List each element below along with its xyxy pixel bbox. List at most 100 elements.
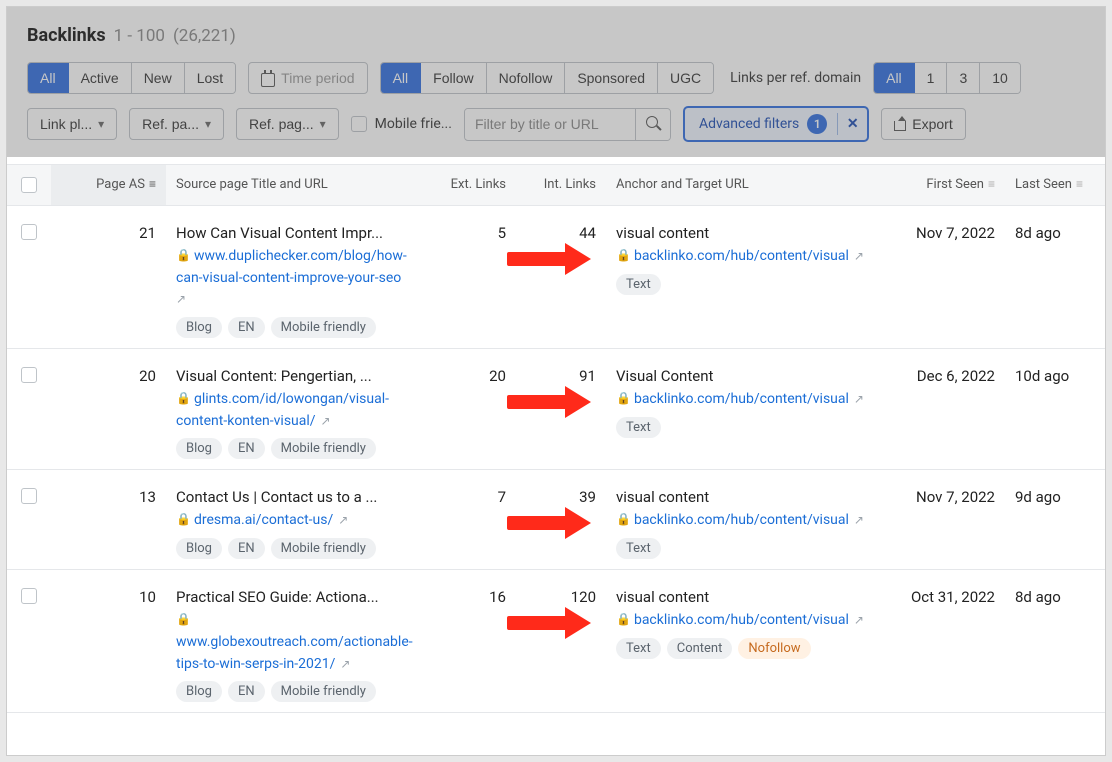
lpd-3[interactable]: 3 [947,63,980,93]
search-input[interactable] [465,109,635,139]
chevron-down-icon: ▾ [205,117,211,131]
table-row: 20 Visual Content: Pengertian, ... 🔒glints… [7,349,1105,470]
source-url[interactable]: 🔒www.globexoutreach.com/actionable-tips-… [176,610,416,675]
row-checkbox[interactable] [21,488,37,504]
page-total: (26,221) [173,26,236,46]
type-ugc[interactable]: UGC [658,63,713,93]
target-url[interactable]: 🔒backlinko.com/hub/content/visual ↗ [616,610,865,632]
source-tags: BlogENMobile friendly [176,438,416,459]
status-all[interactable]: All [28,63,69,93]
status-filter-group: All Active New Lost [27,62,236,94]
filters-row-2: Link pl... ▾ Ref. pa... ▾ Ref. pag... ▾ … [27,106,1085,142]
tag-pill: Nofollow [738,638,810,659]
tag-pill: Mobile friendly [271,438,376,459]
mobile-friendly-toggle[interactable]: Mobile frie... [351,116,452,132]
source-title: Visual Content: Pengertian, ... [176,367,416,385]
col-first-seen[interactable]: First Seen≡ [875,165,1005,205]
last-seen-value: 9d ago [1015,488,1087,506]
anchor-text: Visual Content [616,367,865,385]
tag-pill: EN [228,317,265,338]
anchor-text: visual content [616,488,865,506]
export-button[interactable]: Export [881,108,965,140]
search-icon [646,116,660,130]
advanced-filters-count: 1 [807,114,827,134]
external-link-icon: ↗ [318,414,331,428]
tag-pill: EN [228,538,265,559]
search-wrap [464,108,671,141]
target-url[interactable]: 🔒backlinko.com/hub/content/visual ↗ [616,510,865,532]
lpd-1[interactable]: 1 [915,63,948,93]
type-sponsored[interactable]: Sponsored [565,63,658,93]
tag-pill: Mobile friendly [271,538,376,559]
external-link-icon: ↗ [851,613,864,627]
status-new[interactable]: New [132,63,185,93]
page-as-value: 10 [61,588,156,606]
anchor-tags: Text [616,274,865,295]
row-checkbox[interactable] [21,367,37,383]
sort-icon: ≡ [988,177,995,191]
checkbox-icon [351,116,367,132]
lpd-all[interactable]: All [874,63,915,93]
source-url[interactable]: 🔒glints.com/id/lowongan/visual-content-k… [176,389,416,432]
first-seen-value: Oct 31, 2022 [885,588,995,606]
col-last-seen[interactable]: Last Seen≡ [1005,165,1105,205]
select-all-checkbox[interactable] [21,177,37,193]
row-checkbox[interactable] [21,588,37,604]
search-button[interactable] [635,109,670,140]
page-as-value: 13 [61,488,156,506]
tag-pill: Text [616,638,661,659]
source-title: Practical SEO Guide: Actiona... [176,588,416,606]
ext-links-value: 20 [436,367,506,385]
anchor-tags: TextContentNofollow [616,638,865,659]
type-filter-group: All Follow Nofollow Sponsored UGC [380,62,715,94]
type-follow[interactable]: Follow [421,63,486,93]
table-header: Page AS≡ Source page Title and URL Ext. … [7,164,1105,206]
external-link-icon: ↗ [851,249,864,263]
last-seen-value: 8d ago [1015,588,1087,606]
tag-pill: Blog [176,538,222,559]
col-int-links[interactable]: Int. Links [516,165,606,205]
tag-pill: Blog [176,438,222,459]
table-row: 21How Can Visual Content Impr...🔒www.dup… [7,206,1105,349]
status-active[interactable]: Active [69,63,132,93]
close-icon[interactable]: ✕ [837,113,859,135]
status-lost[interactable]: Lost [185,63,235,93]
target-url[interactable]: 🔒backlinko.com/hub/content/visual ↗ [616,246,865,268]
advanced-filters-button[interactable]: Advanced filters 1 ✕ [683,106,869,142]
ext-links-value: 7 [436,488,506,506]
ext-links-value: 5 [436,224,506,242]
col-page-as[interactable]: Page AS≡ [51,165,166,205]
source-tags: BlogENMobile friendly [176,317,416,338]
int-links-value: 44 [526,224,596,242]
first-seen-value: Nov 7, 2022 [885,224,995,242]
tag-pill: Blog [176,317,222,338]
ext-links-value: 16 [436,588,506,606]
col-anchor[interactable]: Anchor and Target URL [606,165,875,205]
source-url[interactable]: 🔒www.duplichecker.com/blog/how-can-visua… [176,246,416,311]
tag-pill: Text [616,417,661,438]
target-url[interactable]: 🔒backlinko.com/hub/content/visual ↗ [616,389,865,411]
int-links-value: 39 [526,488,596,506]
sort-icon: ≡ [149,177,156,191]
type-nofollow[interactable]: Nofollow [487,63,566,93]
link-placement-dropdown[interactable]: Link pl... ▾ [27,108,117,140]
source-url[interactable]: 🔒dresma.ai/contact-us/ ↗ [176,510,416,532]
chevron-down-icon: ▾ [98,117,104,131]
filters-row-1: All Active New Lost Time period All Foll… [27,62,1085,94]
ref-page-dropdown-2[interactable]: Ref. pag... ▾ [236,108,339,140]
source-title: How Can Visual Content Impr... [176,224,416,242]
time-period-button[interactable]: Time period [248,62,367,94]
ref-page-dropdown-1[interactable]: Ref. pa... ▾ [129,108,224,140]
lock-icon: 🔒 [176,248,191,262]
source-tags: BlogENMobile friendly [176,681,416,702]
lpd-10[interactable]: 10 [980,63,1020,93]
col-ext-links[interactable]: Ext. Links [426,165,516,205]
lock-icon: 🔒 [616,512,631,526]
type-all[interactable]: All [381,63,422,93]
row-checkbox[interactable] [21,224,37,240]
anchor-text: visual content [616,588,865,606]
backlinks-table: Page AS≡ Source page Title and URL Ext. … [7,164,1105,713]
col-source[interactable]: Source page Title and URL [166,165,426,205]
external-link-icon: ↗ [335,513,348,527]
first-seen-value: Nov 7, 2022 [885,488,995,506]
